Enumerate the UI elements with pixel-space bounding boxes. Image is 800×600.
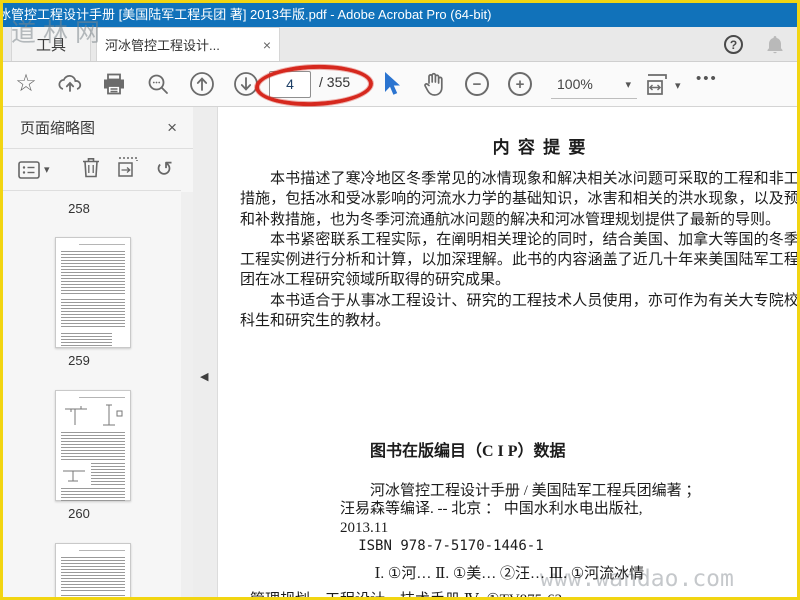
- chevron-down-icon: ▾: [675, 79, 681, 92]
- summary-heading: 内 容 提 要: [492, 138, 588, 157]
- close-tab-icon[interactable]: ×: [263, 37, 271, 53]
- cip-line: 河冰管控工程设计手册 / 美国陆军工程兵团编著 ；: [370, 482, 701, 499]
- collapse-panel-icon[interactable]: ◀: [200, 370, 208, 383]
- thumbnail-page-259[interactable]: [55, 237, 131, 348]
- tab-tools-label: 工具: [35, 36, 66, 54]
- window-title: 冰管控工程设计手册 [美国陆军工程兵团 著] 2013年版.pdf - Adob…: [3, 3, 797, 27]
- cip-block: 图书在版编目（C I P）数据 河冰管控工程设计手册 / 美国陆军工程兵团编著 …: [340, 443, 700, 584]
- summary-paragraph: 本书紧密联系工程实际，在阐明相关理论的同时，结合美国、加拿大等国的冬季冰工程实例…: [240, 231, 797, 289]
- zoom-level-dropdown[interactable]: 100% ▾: [551, 70, 637, 99]
- thumbnail-label-258: 258: [68, 201, 90, 216]
- summary-paragraph: 本书适合于从事冰工程设计、研究的工程技术人员使用，亦可作为有关大专院校本科生和研…: [240, 292, 797, 330]
- thumbnail-options-icon[interactable]: ▾: [18, 160, 50, 179]
- tab-document-label: 河冰管控工程设计...: [105, 38, 220, 53]
- cip-heading: 图书在版编目（C I P）数据: [370, 443, 566, 460]
- thumbnail-page-260[interactable]: [55, 390, 131, 502]
- cip-isbn: ISBN 978-7-5170-1446-1: [358, 538, 544, 555]
- figure-sketch: [103, 404, 123, 426]
- previous-page-icon[interactable]: [189, 71, 215, 97]
- thumbnail-page-261[interactable]: [55, 543, 131, 597]
- cip-line: 汪易森等编译. -- 北京 ： 中国水利水电出版社,: [340, 501, 643, 518]
- rotate-ccw-icon[interactable]: ↺: [156, 159, 174, 180]
- thumbnail-list: 258 259 260: [3, 192, 181, 597]
- delete-page-icon[interactable]: [82, 157, 100, 183]
- more-tools-icon[interactable]: •••: [696, 70, 718, 87]
- next-page-icon[interactable]: [233, 71, 259, 97]
- share-upload-icon[interactable]: [57, 73, 83, 95]
- cip-line: 2013.11: [340, 519, 389, 536]
- chevron-down-icon: ▾: [625, 78, 631, 91]
- thumbnail-label-260: 260: [68, 506, 90, 521]
- panel-title: 页面缩略图: [20, 120, 96, 137]
- page-fit-dropdown[interactable]: ▾: [644, 72, 681, 98]
- figure-sketch: [65, 406, 87, 425]
- help-icon[interactable]: ?: [724, 35, 743, 54]
- zoom-out-icon[interactable]: −: [465, 72, 489, 96]
- page-number-input[interactable]: 4: [269, 71, 311, 98]
- summary-paragraph: 本书描述了寒冷地区冬季常见的冰情现象和解决相关冰问题可采取的工程和非工程措施，包…: [240, 171, 797, 228]
- figure-sketch: [63, 470, 85, 482]
- panel-scrollbar[interactable]: [181, 192, 193, 597]
- zoom-in-icon[interactable]: +: [508, 72, 532, 96]
- insert-page-icon[interactable]: [116, 156, 140, 183]
- document-page: www.wandao.com 内 容 提 要 本书描述了寒冷地区冬季常见的冰情现…: [218, 107, 797, 597]
- thumbnail-label-259: 259: [68, 353, 90, 368]
- zoom-level-value: 100%: [557, 76, 593, 92]
- cip-classification: Ⅰ. ①河… Ⅱ. ①美… ②汪… Ⅲ. ①河流冰情: [374, 565, 645, 582]
- tab-document[interactable]: 河冰管控工程设计... ×: [96, 27, 280, 61]
- search-icon[interactable]: [146, 72, 170, 96]
- hand-tool-icon[interactable]: [422, 71, 446, 97]
- main-toolbar: ☆ 4 / 355 − + 100% ▾ ▾ •••: [3, 62, 797, 109]
- tab-tools[interactable]: 工具: [11, 27, 91, 61]
- close-panel-icon[interactable]: ×: [167, 118, 177, 138]
- tab-bar: 工具 河冰管控工程设计... × ?: [3, 27, 797, 62]
- page-total-label: / 355: [319, 74, 351, 90]
- panel-splitter[interactable]: ◀: [193, 107, 218, 597]
- bell-icon[interactable]: [765, 35, 785, 55]
- thumbnails-panel: 页面缩略图 × ▾ ↺ 258 259 260: [3, 107, 193, 597]
- chevron-down-icon: ▾: [44, 164, 50, 176]
- print-icon[interactable]: [102, 73, 126, 95]
- cip-classification-cutoff: 管理规划－工程设计－技术手册 Ⅳ. ①TV875-62: [250, 588, 562, 597]
- select-pointer-icon[interactable]: [381, 71, 403, 97]
- favorite-star-icon[interactable]: ☆: [15, 72, 37, 96]
- fit-width-icon: [647, 74, 667, 95]
- summary-text: 本书描述了寒冷地区冬季常见的冰情现象和解决相关冰问题可采取的工程和非工程措施，包…: [240, 169, 797, 331]
